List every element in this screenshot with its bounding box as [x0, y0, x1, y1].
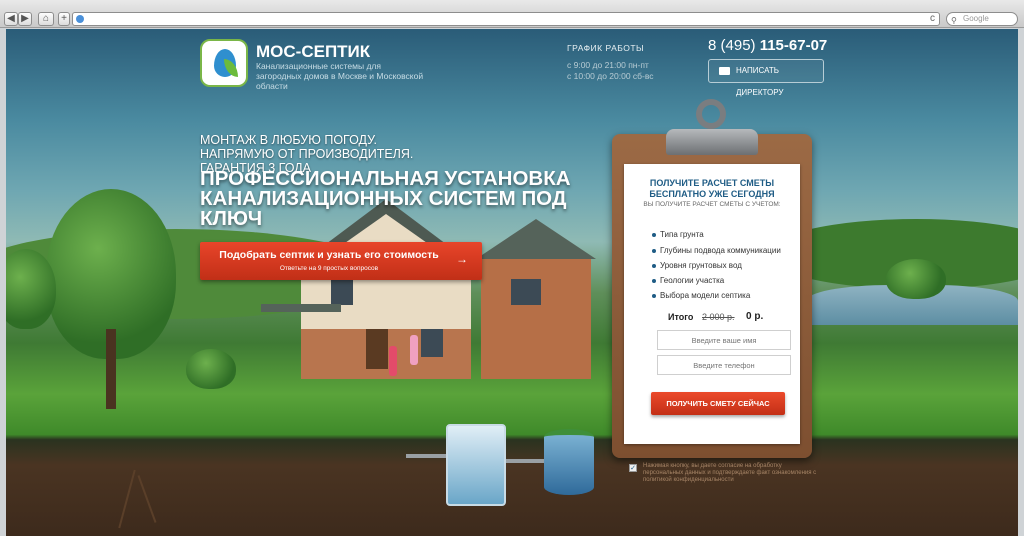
tree-trunk [106, 329, 116, 409]
cta-label: Подобрать септик и узнать его стоимость [219, 249, 439, 261]
list-item: Геологии участка [651, 276, 725, 285]
new-price: 0 р. [746, 311, 764, 322]
reload-icon[interactable]: c [930, 13, 935, 25]
schedule-weekend: с 10:00 до 20:00 сб-вс [567, 71, 654, 81]
name-input[interactable] [657, 330, 791, 350]
new-tab-button[interactable]: + [58, 12, 70, 26]
old-price: 2 000 р. [702, 312, 735, 322]
bush [886, 259, 946, 299]
search-placeholder: Google [963, 14, 989, 23]
phone-digits: 115-67-07 [759, 37, 828, 54]
choose-septic-button[interactable]: Подобрать септик и узнать его стоимость … [200, 242, 482, 280]
septic-tank [446, 424, 506, 506]
write-director-label: НАПИСАТЬ ДИРЕКТОРУ [736, 66, 784, 97]
form-heading: ПОЛУЧИТЕ РАСЧЕТ СМЕТЫ [649, 178, 775, 188]
write-director-button[interactable]: НАПИСАТЬ ДИРЕКТОРУ [708, 59, 824, 97]
envelope-icon [719, 67, 730, 75]
cta-sublabel: Ответьте на 9 простых вопросов [279, 265, 379, 272]
tree-root [118, 469, 136, 529]
pipe [406, 454, 446, 458]
infiltrator-tank [544, 429, 594, 495]
pipe [506, 459, 546, 463]
get-estimate-button[interactable]: ПОЛУЧИТЬ СМЕТУ СЕЙЧАС [651, 392, 785, 415]
total-label: Итого [668, 312, 694, 322]
back-button[interactable]: ◀ [4, 12, 18, 26]
hero-title: ПРОФЕССИОНАЛЬНАЯ УСТАНОВКА КАНАЛИЗАЦИОНН… [200, 167, 571, 230]
list-item: Выбора модели септика [651, 291, 751, 300]
list-item: Глубины подвода коммуникации [652, 246, 781, 255]
logo [200, 39, 248, 87]
phone-prefix: 8 (495) [708, 37, 756, 54]
schedule-weekdays: с 9:00 до 21:00 пн-пт [567, 60, 649, 70]
form-caption: ВЫ ПОЛУЧИТЕ РАСЧЕТ СМЕТЫ С УЧЕТОМ: [643, 201, 781, 208]
child-figure [389, 346, 397, 376]
browser-toolbar: ◀ ▶ ⌂ + c ⚲ Google [0, 0, 1024, 28]
landing-page: МОС-СЕПТИК Канализационные системы для з… [6, 29, 1018, 536]
estimate-form: ПОЛУЧИТЕ РАСЧЕТ СМЕТЫ БЕСПЛАТНО УЖЕ СЕГО… [624, 164, 800, 444]
address-bar[interactable]: c [72, 12, 940, 26]
list-item: Типа грунта [652, 230, 704, 239]
form-heading-free: БЕСПЛАТНО УЖЕ СЕГОДНЯ [649, 189, 775, 199]
search-icon: ⚲ [951, 16, 957, 25]
forward-button[interactable]: ▶ [18, 12, 32, 26]
list-item: Уровня грунтовых вод [652, 261, 742, 270]
home-icon[interactable]: ⌂ [38, 12, 54, 26]
globe-icon [76, 15, 84, 23]
schedule: с 9:00 до 21:00 пн-пт с 10:00 до 20:00 с… [567, 60, 654, 82]
brand-tagline: Канализационные системы для загородных д… [256, 61, 424, 91]
arrow-right-icon: → [456, 252, 468, 266]
clipboard-clip [666, 99, 758, 161]
consent-text: Нажимая кнопку, вы даете согласие на обр… [643, 463, 817, 483]
phone-input[interactable] [657, 355, 791, 375]
bush [186, 349, 236, 389]
child-figure [410, 335, 418, 365]
tree-root [137, 475, 157, 523]
consent-checkbox[interactable]: ✓ [629, 464, 637, 472]
search-field[interactable]: ⚲ Google [946, 12, 1018, 26]
schedule-title: ГРАФИК РАБОТЫ [567, 43, 645, 53]
phone-number[interactable]: 8 (495) 115-67-07 [708, 37, 827, 54]
brand-name: МОС-СЕПТИК [256, 42, 371, 61]
